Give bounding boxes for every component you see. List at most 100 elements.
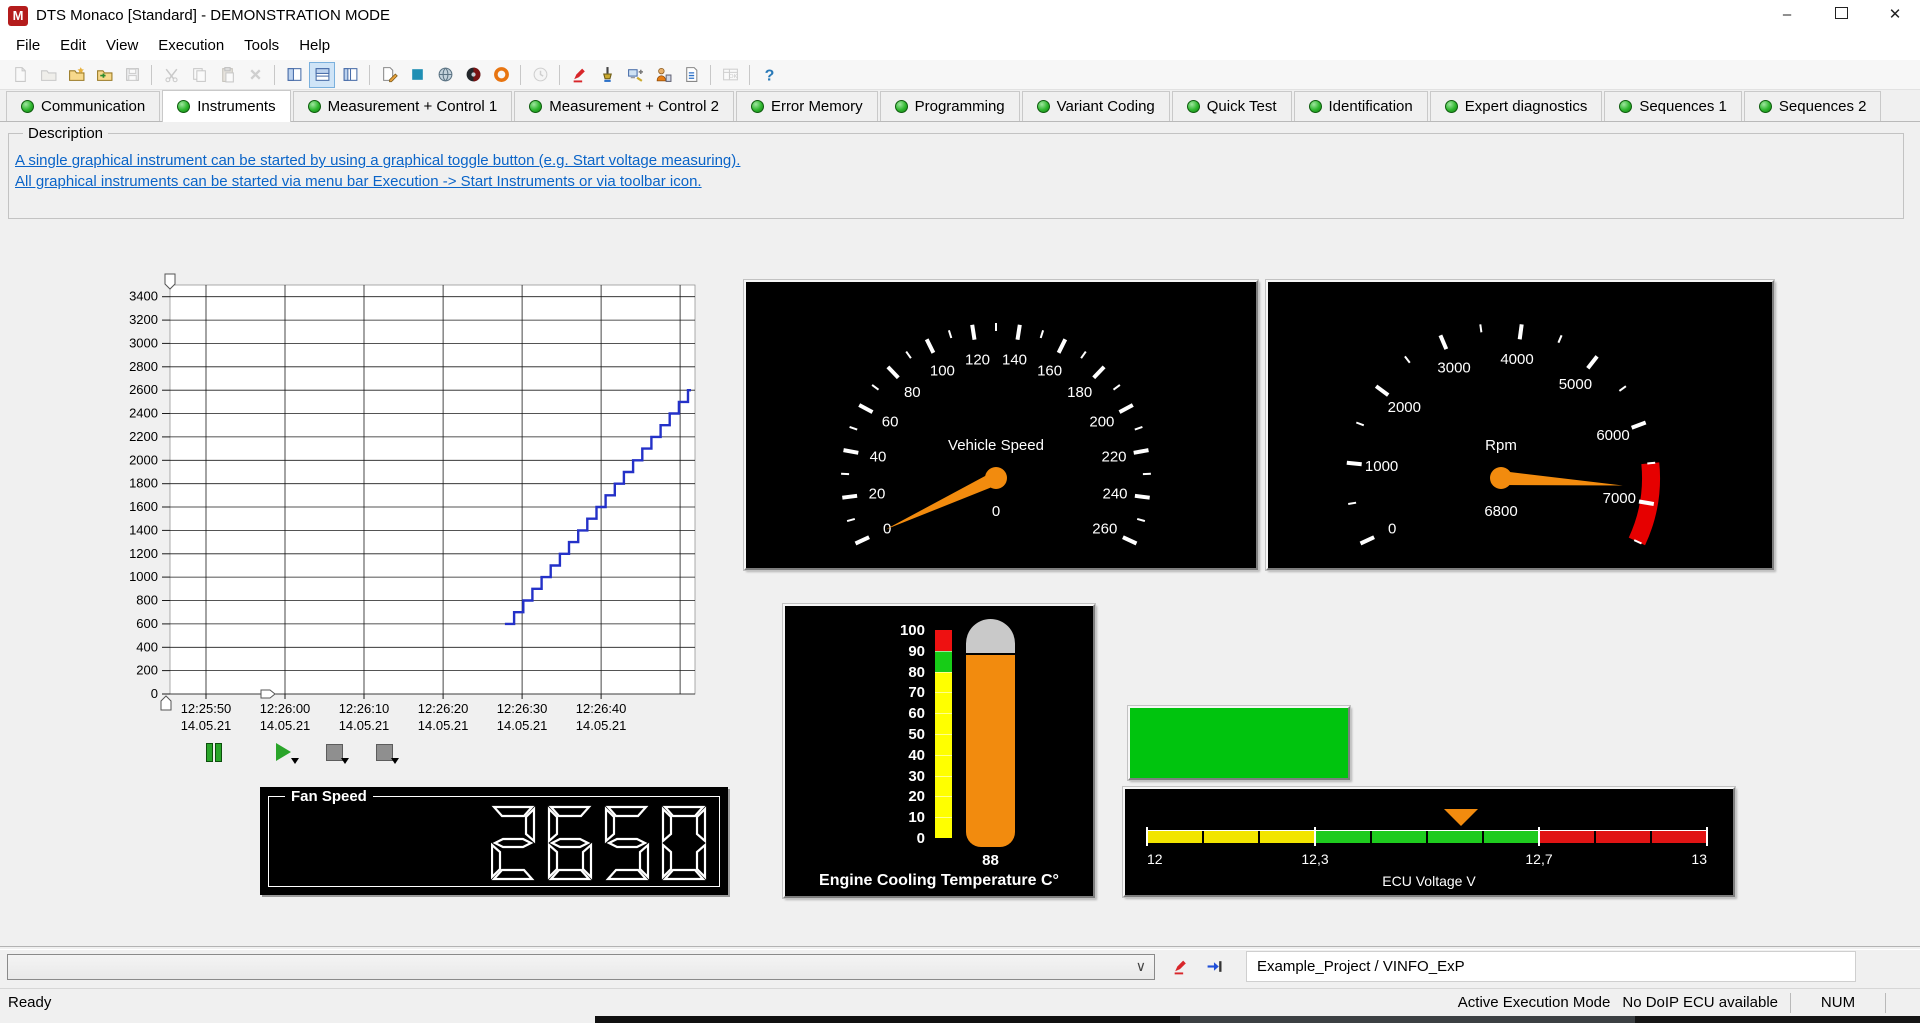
user-button[interactable] — [650, 62, 676, 88]
gauge-needle — [1501, 471, 1623, 486]
tab-status-icon — [1309, 100, 1322, 113]
table-ok-button[interactable]: OK — [717, 62, 743, 88]
rpm-gauge[interactable]: 01000200030004000500060007000Rpm6800 — [1266, 280, 1774, 570]
open-layout-button[interactable] — [91, 62, 117, 88]
taskbar-edge — [0, 1016, 1920, 1023]
new-document-button[interactable] — [7, 62, 33, 88]
tab-programming[interactable]: Programming — [880, 91, 1020, 121]
inject-button[interactable] — [1166, 953, 1194, 980]
close-button[interactable]: ✕ — [1870, 0, 1920, 30]
cut-button[interactable] — [158, 62, 184, 88]
play-icon — [276, 743, 291, 761]
tab-error-memory[interactable]: Error Memory — [736, 91, 878, 121]
tab-sequences-1[interactable]: Sequences 1 — [1604, 91, 1742, 121]
menu-help[interactable]: Help — [289, 33, 340, 59]
pause-button[interactable] — [206, 742, 226, 762]
pause-icon — [215, 743, 222, 762]
thermo-tick — [935, 672, 952, 673]
menu-view[interactable]: View — [96, 33, 148, 59]
fan-speed-frame: Fan Speed — [268, 796, 720, 887]
menu-execution[interactable]: Execution — [148, 33, 234, 59]
voltage-segment — [1148, 831, 1202, 843]
window-split-vertical-button[interactable] — [337, 62, 363, 88]
tab-status-icon — [177, 100, 190, 113]
fan-speed-chart[interactable]: 0200400600800100012001400160018002000220… — [120, 272, 740, 742]
tab-variant-coding[interactable]: Variant Coding — [1022, 91, 1170, 121]
svg-text:80: 80 — [904, 384, 921, 401]
window-split-horizontal-button[interactable] — [309, 62, 335, 88]
stop-button-2[interactable] — [376, 742, 396, 762]
fan-speed-value — [491, 805, 707, 886]
status-doip: No DoIP ECU available — [1622, 994, 1790, 1011]
attach-button[interactable] — [1200, 953, 1228, 980]
tab-instruments[interactable]: Instruments — [162, 90, 290, 122]
clock-button[interactable] — [527, 62, 553, 88]
report-icon — [683, 66, 700, 83]
coolant-thermometer[interactable]: 010203040506070809010088Engine Cooling T… — [783, 604, 1095, 898]
red-pen-button[interactable] — [566, 62, 592, 88]
menu-tools[interactable]: Tools — [234, 33, 289, 59]
voltage-tick — [1146, 827, 1148, 846]
minimize-button[interactable]: – — [1762, 0, 1812, 30]
chart-cursor-origin[interactable] — [161, 696, 171, 710]
thermo-tick-label: 70 — [885, 684, 925, 701]
maximize-button[interactable] — [1816, 0, 1866, 30]
tab-measurement-control-2[interactable]: Measurement + Control 2 — [514, 91, 734, 121]
user-icon — [655, 66, 672, 83]
stop-button-1[interactable] — [326, 742, 346, 762]
thermo-tick-label: 60 — [885, 705, 925, 722]
toolbar-separator — [274, 65, 275, 85]
report-button[interactable] — [678, 62, 704, 88]
svg-text:1400: 1400 — [129, 522, 158, 537]
tab-measurement-control-1[interactable]: Measurement + Control 1 — [293, 91, 513, 121]
plug-monitor-button[interactable] — [622, 62, 648, 88]
tab-communication[interactable]: Communication — [6, 91, 160, 121]
dark-sphere-button[interactable] — [460, 62, 486, 88]
channel-combobox[interactable]: ∨ — [7, 954, 1155, 980]
open-document-button[interactable] — [35, 62, 61, 88]
stop-square-button[interactable] — [404, 62, 430, 88]
tab-sequences-2[interactable]: Sequences 2 — [1744, 91, 1882, 121]
status-indicator[interactable] — [1128, 706, 1350, 780]
svg-text:0: 0 — [1388, 521, 1396, 538]
paste-button[interactable] — [214, 62, 240, 88]
tab-status-icon — [895, 100, 908, 113]
description-link-1[interactable]: A single graphical instrument can be sta… — [15, 152, 740, 169]
sphere-button[interactable] — [432, 62, 458, 88]
svg-text:200: 200 — [136, 663, 158, 678]
fan-speed-display[interactable]: Fan Speed — [260, 787, 728, 895]
svg-text:6000: 6000 — [1596, 427, 1629, 444]
help-button[interactable]: ? — [756, 62, 782, 88]
record-ring-button[interactable] — [488, 62, 514, 88]
open-workspace-button[interactable] — [63, 62, 89, 88]
thermo-cap — [966, 619, 1015, 653]
voltage-segment — [1316, 831, 1370, 843]
plug-download-button[interactable] — [594, 62, 620, 88]
window-cascade-icon — [286, 66, 303, 83]
tab-label: Error Memory — [771, 98, 863, 115]
title-bar: M DTS Monaco [Standard] - DEMONSTRATION … — [0, 0, 1920, 32]
window-cascade-button[interactable] — [281, 62, 307, 88]
copy-button[interactable] — [186, 62, 212, 88]
plug-download-icon — [599, 66, 616, 83]
menu-file[interactable]: File — [6, 33, 50, 59]
play-button[interactable] — [276, 742, 296, 762]
svg-text:2400: 2400 — [129, 406, 158, 421]
app-logo-icon: M — [8, 6, 28, 26]
description-link-2[interactable]: All graphical instruments can be started… — [15, 173, 702, 190]
tab-quick-test[interactable]: Quick Test — [1172, 91, 1292, 121]
tab-expert-diagnostics[interactable]: Expert diagnostics — [1430, 91, 1603, 121]
ecu-voltage-gauge[interactable]: 1212,312,713ECU Voltage V — [1123, 787, 1735, 897]
page-edit-button[interactable] — [376, 62, 402, 88]
svg-text:0: 0 — [883, 521, 891, 538]
svg-text:OK: OK — [729, 74, 738, 80]
gauge-needle — [885, 472, 999, 530]
tab-identification[interactable]: Identification — [1294, 91, 1428, 121]
thermo-tick — [935, 776, 952, 777]
save-button[interactable] — [119, 62, 145, 88]
menu-edit[interactable]: Edit — [50, 33, 96, 59]
vehicle-speed-gauge[interactable]: 020406080100120140160180200220240260Vehi… — [744, 280, 1258, 570]
delete-button[interactable] — [242, 62, 268, 88]
plug-monitor-icon — [627, 66, 644, 83]
tab-status-icon — [308, 100, 321, 113]
